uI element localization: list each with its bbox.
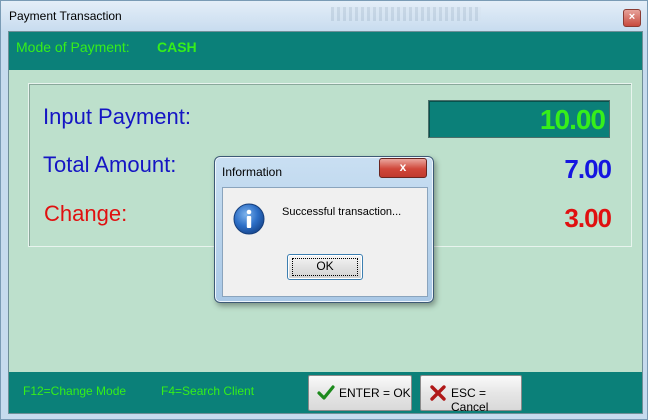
info-icon: [233, 203, 265, 235]
x-icon: [430, 385, 446, 401]
mode-of-payment-bar: Mode of Payment: CASH: [9, 32, 642, 70]
window-close-button[interactable]: ×: [623, 9, 641, 27]
information-dialog: Information x Successful transaction... …: [214, 156, 434, 303]
change-value: 3.00: [564, 203, 612, 233]
window-titlebar[interactable]: Payment Transaction ×: [1, 1, 647, 31]
footer-bar: F12=Change Mode F4=Search Client ENTER =…: [9, 372, 642, 414]
hint-search-client: F4=Search Client: [161, 384, 255, 398]
dialog-title: Information: [222, 165, 283, 179]
mode-of-payment-value: CASH: [157, 39, 197, 55]
mode-of-payment-label: Mode of Payment:: [16, 39, 130, 55]
ok-button-label: OK: [316, 259, 334, 273]
dialog-close-button[interactable]: x: [379, 158, 427, 178]
checkmark-icon: [317, 385, 335, 400]
hint-change-mode: F12=Change Mode: [23, 384, 127, 398]
esc-cancel-label: ESC = Cancel: [451, 386, 489, 414]
change-label: Change:: [44, 201, 128, 226]
dialog-message: Successful transaction...: [282, 206, 402, 218]
enter-ok-label: ENTER = OK: [339, 386, 411, 400]
window-title: Payment Transaction: [9, 9, 122, 23]
ok-button[interactable]: OK: [287, 254, 363, 280]
input-payment-field[interactable]: 10.00: [428, 100, 610, 138]
input-payment-label: Input Payment:: [43, 104, 191, 129]
esc-cancel-button[interactable]: ESC = Cancel: [420, 375, 522, 414]
total-amount-value: 7.00: [564, 154, 612, 184]
dialog-body: Successful transaction... OK: [222, 187, 428, 297]
enter-ok-button[interactable]: ENTER = OK: [308, 375, 412, 411]
input-payment-value: 10.00: [539, 104, 606, 135]
background-window-ghost: [331, 7, 481, 21]
total-amount-label: Total Amount:: [43, 152, 177, 177]
